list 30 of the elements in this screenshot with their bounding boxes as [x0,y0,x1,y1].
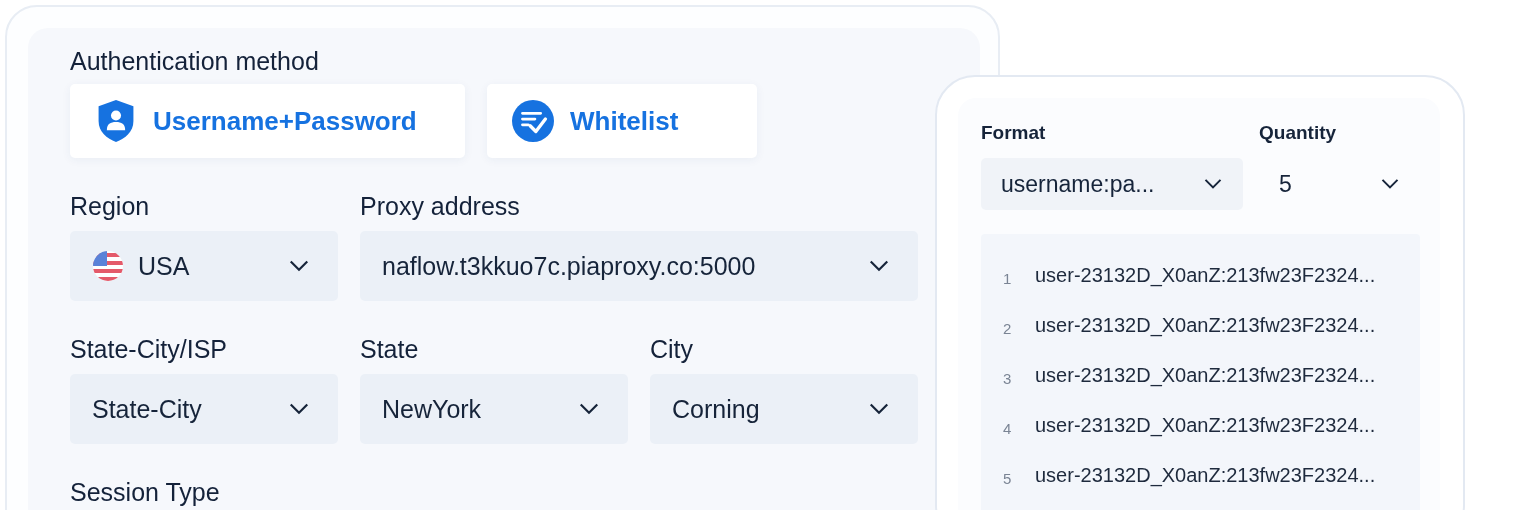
field-label: Authentication method [70,46,320,76]
auth-method-button[interactable]: Username+Password [70,84,465,158]
dropdown-field[interactable]: State-City [70,374,338,444]
list-check-icon [512,99,554,143]
dropdown-field[interactable]: naflow.t3kkuo7c.piaproxy.co:5000 [360,231,918,301]
proxy-line: user-23132D_X0anZ:213fw23F2324... [1035,463,1376,487]
field-label: Format [981,121,1047,145]
line-number: 2 [1003,318,1013,337]
proxy-line: user-23132D_X0anZ:213fw23F2324... [1035,413,1376,437]
line-number: 3 [1003,368,1013,387]
proxy-line: user-23132D_X0anZ:213fw23F2324... [1035,363,1376,387]
dropdown-field[interactable]: USA [70,231,338,301]
field-label: Session Type [70,477,221,507]
flag-icon [92,250,124,282]
field-label: Region [70,191,151,221]
auth-method-button[interactable]: Whitelist [487,84,757,158]
field-label: City [650,334,695,364]
dropdown-field[interactable]: username:pa... [981,158,1243,210]
proxy-line: user-23132D_X0anZ:213fw23F2324... [1035,263,1376,287]
field-label: Proxy address [360,191,521,221]
proxy-line: user-23132D_X0anZ:213fw23F2324... [1035,313,1376,337]
line-number: 4 [1003,418,1013,437]
field-label: State-City/ISP [70,334,228,364]
line-number: 1 [1003,268,1013,287]
field-label: Quantity [1259,121,1338,145]
field-label: State [360,334,420,364]
line-number: 5 [1003,468,1013,487]
dropdown-field[interactable]: 5 [1259,158,1420,210]
dropdown-field[interactable]: NewYork [360,374,628,444]
dropdown-field[interactable]: Corning [650,374,918,444]
